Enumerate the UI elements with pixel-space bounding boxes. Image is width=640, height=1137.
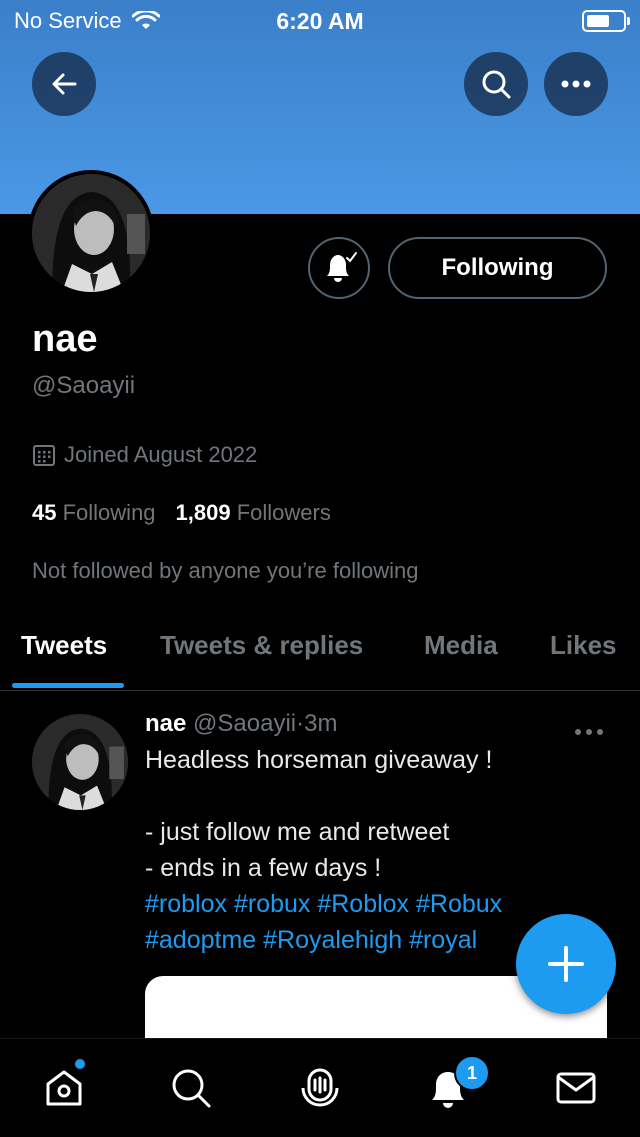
calendar-icon	[33, 445, 55, 466]
plus-icon	[548, 946, 584, 982]
following-label: Following	[62, 500, 156, 525]
bell-check-icon	[327, 252, 357, 282]
joined-date: Joined August 2022	[32, 442, 257, 468]
tweet-author-name: nae	[145, 710, 187, 737]
mutual-followers-text: Not followed by anyone you’re following	[32, 558, 419, 583]
tweet-more-button[interactable]	[574, 716, 604, 742]
following-link[interactable]: 45 Following	[32, 500, 156, 526]
tab-likes[interactable]: Likes	[550, 630, 617, 661]
active-tab-indicator	[12, 683, 124, 688]
tweet-avatar[interactable]	[32, 714, 128, 810]
tweet-header: nae @Saoayii·3m	[145, 710, 615, 738]
nav-spaces[interactable]	[295, 1063, 345, 1113]
tweet-time: 3m	[304, 710, 338, 737]
profile-handle: @Saoayii	[32, 372, 136, 399]
arrow-left-icon	[52, 73, 77, 95]
notifications-toggle-button[interactable]	[308, 237, 370, 299]
nav-home[interactable]	[39, 1063, 89, 1113]
profile-avatar[interactable]	[28, 170, 154, 296]
microphone-icon	[301, 1068, 339, 1107]
search-icon	[172, 1069, 211, 1108]
compose-tweet-button[interactable]	[516, 914, 616, 1014]
following-count: 45	[32, 500, 57, 525]
profile-tabs: Tweets Tweets & replies Media Likes	[0, 612, 640, 691]
status-bar: No Service 6:20 AM	[0, 0, 640, 40]
followers-link[interactable]: 1,809 Followers	[176, 500, 331, 526]
followers-count: 1,809	[175, 500, 231, 525]
home-new-dot	[75, 1059, 85, 1069]
mail-icon	[556, 1072, 596, 1104]
more-icon	[561, 80, 591, 88]
search-button[interactable]	[464, 52, 528, 116]
followers-label: Followers	[236, 500, 331, 525]
tab-media[interactable]: Media	[424, 630, 498, 661]
more-button[interactable]	[544, 52, 608, 116]
tab-tweets-replies[interactable]: Tweets & replies	[160, 630, 363, 661]
notifications-badge: 1	[454, 1055, 490, 1091]
battery-icon	[582, 10, 630, 32]
status-time: 6:20 AM	[276, 8, 364, 34]
tweet-separator: ·	[296, 710, 305, 737]
following-button[interactable]: Following	[388, 237, 607, 299]
more-icon	[575, 729, 603, 735]
avatar-image	[32, 174, 150, 292]
joined-text: Joined August 2022	[64, 442, 258, 467]
nav-explore[interactable]	[166, 1063, 216, 1113]
tweet-text: Headless horseman giveaway ! - just foll…	[145, 746, 493, 882]
tab-tweets[interactable]: Tweets	[21, 630, 107, 661]
home-icon	[46, 1070, 82, 1106]
bottom-tab-bar: 1	[0, 1038, 640, 1137]
tweet-author-handle: @Saoayii	[193, 710, 297, 737]
tweet-hashtags-line1[interactable]: #roblox #robux #Roblox #Robux	[145, 886, 615, 922]
profile-name: nae	[32, 318, 98, 360]
nav-messages[interactable]	[551, 1063, 601, 1113]
back-button[interactable]	[32, 52, 96, 116]
follow-counts: 45 Following 1,809 Followers	[32, 500, 331, 526]
search-icon	[482, 70, 511, 99]
avatar-image	[32, 714, 128, 810]
